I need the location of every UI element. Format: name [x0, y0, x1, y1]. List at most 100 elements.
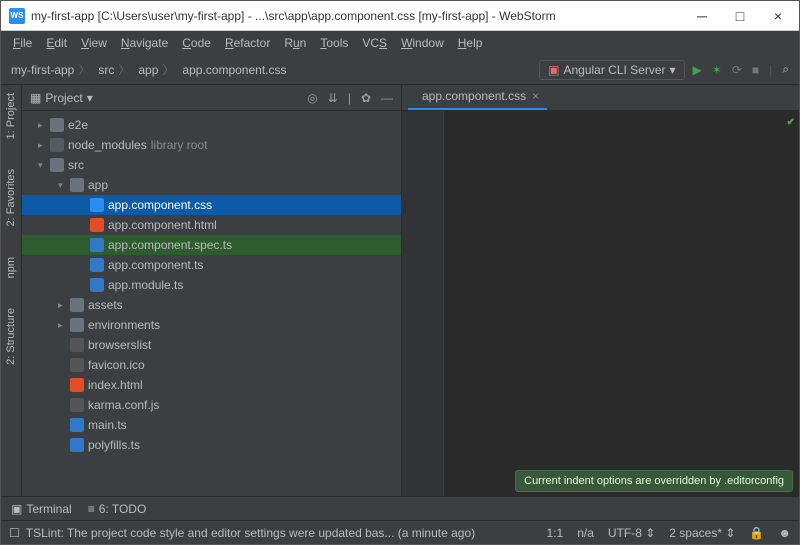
menu-view[interactable]: View [75, 34, 113, 52]
tree-file-karma-conf[interactable]: karma.conf.js [22, 395, 401, 415]
status-icon: ☐ [9, 526, 20, 540]
ts-file-icon [90, 278, 104, 292]
project-tree[interactable]: ▸e2e ▸node_moduleslibrary root ▾src ▾app… [22, 111, 401, 496]
chevron-down-icon: ▾ [670, 63, 676, 77]
settings-button[interactable]: ✿ [361, 91, 371, 105]
breadcrumb-app[interactable]: app [134, 63, 158, 77]
menu-run[interactable]: Run [278, 34, 312, 52]
menu-navigate[interactable]: Navigate [115, 34, 174, 52]
folder-icon [50, 118, 64, 132]
project-view-select[interactable]: ▦ Project ▾ [30, 91, 307, 105]
tree-node-node-modules[interactable]: ▸node_moduleslibrary root [22, 135, 401, 155]
app-logo-icon: WS [9, 8, 25, 24]
chevron-down-icon: ▾ [38, 160, 50, 171]
chevron-right-icon: ▸ [58, 300, 70, 311]
tool-structure[interactable]: 2: Structure [5, 308, 17, 365]
inspection-ok-icon: ✔ [787, 117, 795, 128]
ts-file-icon [90, 258, 104, 272]
editor-body[interactable]: ✔ Current indent options are overridden … [402, 111, 799, 496]
ts-file-icon [90, 238, 104, 252]
tool-terminal[interactable]: ▣Terminal [11, 502, 72, 516]
chevron-down-icon: ▾ [58, 180, 70, 191]
menu-help[interactable]: Help [452, 34, 489, 52]
close-tab-button[interactable]: × [532, 89, 539, 103]
status-bar: ☐ TSLint: The project code style and edi… [1, 520, 799, 544]
folder-icon [70, 298, 84, 312]
code-area[interactable] [444, 111, 799, 496]
ts-file-icon [70, 418, 84, 432]
tree-file-index-html[interactable]: index.html [22, 375, 401, 395]
css-file-icon [90, 198, 104, 212]
tool-project[interactable]: 1: Project [5, 93, 17, 139]
menu-window[interactable]: Window [395, 34, 450, 52]
tree-file-app-component-css[interactable]: app.component.css [22, 195, 401, 215]
search-everywhere-button[interactable]: ⌕ [782, 62, 789, 77]
breadcrumb-root[interactable]: my-first-app [7, 63, 74, 77]
run-button[interactable]: ▶ [693, 63, 702, 77]
status-line-sep[interactable]: n/a [577, 526, 594, 540]
status-lock-icon[interactable]: 🔒 [749, 526, 764, 540]
breadcrumb-src[interactable]: src [94, 63, 114, 77]
divider: | [348, 91, 351, 105]
breadcrumb-file[interactable]: app.component.css [178, 63, 286, 77]
status-hector-icon[interactable]: ☻ [778, 526, 791, 540]
chevron-down-icon: ▾ [87, 91, 93, 105]
js-file-icon [70, 398, 84, 412]
tree-file-browserslist[interactable]: browserslist [22, 335, 401, 355]
chevron-right-icon: ▸ [38, 140, 50, 151]
navigation-toolbar: my-first-app 〉 src 〉 app 〉 app.component… [1, 55, 799, 85]
menu-vcs[interactable]: VCS [356, 34, 393, 52]
tree-file-app-module-ts[interactable]: app.module.ts [22, 275, 401, 295]
minimize-button[interactable]: ─ [689, 8, 715, 24]
html-file-icon [70, 378, 84, 392]
tree-node-app[interactable]: ▾app [22, 175, 401, 195]
window-title: my-first-app [C:\Users\user\my-first-app… [31, 9, 689, 23]
tool-favorites[interactable]: 2: Favorites [5, 169, 17, 226]
ts-file-icon [70, 438, 84, 452]
tree-node-assets[interactable]: ▸assets [22, 295, 401, 315]
menu-bar: File Edit View Navigate Code Refactor Ru… [1, 31, 799, 55]
breadcrumb: my-first-app 〉 src 〉 app 〉 app.component… [7, 61, 539, 78]
status-encoding[interactable]: UTF-8 ⇕ [608, 526, 655, 540]
tree-node-environments[interactable]: ▸environments [22, 315, 401, 335]
run-config-select[interactable]: ▣ Angular CLI Server ▾ [539, 60, 684, 80]
debug-button[interactable]: ✶ [712, 63, 722, 77]
status-caret-pos[interactable]: 1:1 [547, 526, 564, 540]
tree-file-favicon[interactable]: favicon.ico [22, 355, 401, 375]
indent-tooltip: Current indent options are overridden by… [515, 470, 793, 492]
menu-edit[interactable]: Edit [40, 34, 73, 52]
tool-todo[interactable]: ≡6: TODO [88, 502, 147, 516]
tool-npm[interactable]: npm [5, 257, 17, 278]
status-indent[interactable]: 2 spaces* ⇕ [669, 526, 735, 540]
tree-file-polyfills-ts[interactable]: polyfills.ts [22, 435, 401, 455]
html-file-icon [90, 218, 104, 232]
coverage-button[interactable]: ⟳ [732, 63, 742, 77]
scroll-from-source-button[interactable]: ◎ [307, 91, 317, 105]
editor-tab-active[interactable]: app.component.css × [408, 84, 547, 110]
window-titlebar: WS my-first-app [C:\Users\user\my-first-… [1, 1, 799, 31]
menu-refactor[interactable]: Refactor [219, 34, 276, 52]
editor-area: app.component.css × ✔ Current indent opt… [402, 85, 799, 496]
file-icon [70, 338, 84, 352]
menu-code[interactable]: Code [176, 34, 217, 52]
hide-panel-button[interactable]: — [381, 91, 393, 105]
angular-icon: ▣ [548, 63, 559, 77]
collapse-all-button[interactable]: ⇊ [328, 91, 338, 105]
bottom-tool-stripe: ▣Terminal ≡6: TODO [1, 496, 799, 520]
tree-file-app-component-spec[interactable]: app.component.spec.ts [22, 235, 401, 255]
tree-node-e2e[interactable]: ▸e2e [22, 115, 401, 135]
maximize-button[interactable]: □ [727, 8, 753, 24]
file-icon [70, 358, 84, 372]
stop-button[interactable]: ■ [752, 63, 759, 77]
tree-node-src[interactable]: ▾src [22, 155, 401, 175]
status-message[interactable]: TSLint: The project code style and edito… [26, 526, 533, 540]
tree-file-app-component-html[interactable]: app.component.html [22, 215, 401, 235]
menu-tools[interactable]: Tools [314, 34, 354, 52]
menu-file[interactable]: File [7, 34, 38, 52]
tree-file-main-ts[interactable]: main.ts [22, 415, 401, 435]
project-tool-window: ▦ Project ▾ ◎ ⇊ | ✿ — ▸e2e ▸node_modules… [22, 85, 402, 496]
folder-icon [50, 138, 64, 152]
close-window-button[interactable]: × [765, 8, 791, 24]
chevron-right-icon: ▸ [58, 320, 70, 331]
tree-file-app-component-ts[interactable]: app.component.ts [22, 255, 401, 275]
